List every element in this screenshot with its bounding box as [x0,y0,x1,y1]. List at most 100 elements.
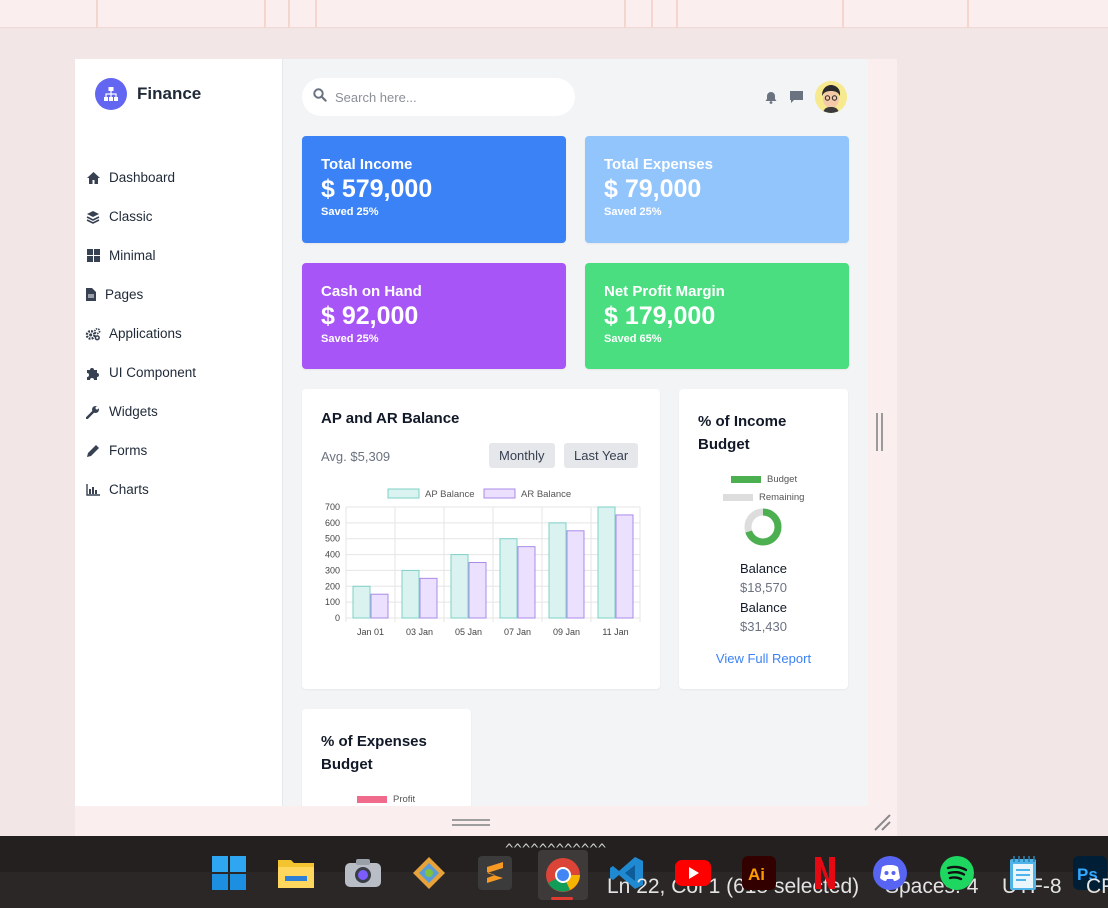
git-app-icon[interactable] [410,854,448,892]
y-tick-label: 500 [325,534,340,544]
balance-block: Balance $18,570 Balance $31,430 View Ful… [679,561,848,666]
chrome-icon[interactable] [538,850,588,900]
search-input[interactable] [335,89,555,105]
last-year-button[interactable]: Last Year [564,443,639,468]
finance-dashboard: Finance Dashboard Classic Minimal Pages … [75,59,897,836]
sublime-text-icon[interactable] [476,854,514,892]
x-tick-label: 03 Jan [406,627,433,637]
balance-label: Balance [740,600,787,615]
legend-swatch [357,796,387,803]
legend-swatch [387,488,420,499]
sidebar-item-widgets[interactable]: Widgets [85,392,196,431]
legend-budget: Budget [731,474,797,485]
stat-card-cash-on-hand[interactable]: Cash on Hand $ 92,000 Saved 25% [302,263,566,369]
bar [450,554,469,619]
stat-card-total-income[interactable]: Total Income $ 579,000 Saved 25% [302,136,566,243]
monthly-button[interactable]: Monthly [489,443,555,468]
windows-start-icon[interactable] [210,854,248,892]
layers-icon [85,209,101,225]
stat-card-label: Cash on Hand [321,283,422,300]
sidebar-item-pages[interactable]: Pages [85,275,196,314]
file-explorer-icon[interactable] [277,854,315,892]
y-tick-label: 700 [325,502,340,512]
income-donut-chart [744,508,782,546]
sitemap-icon [95,78,127,110]
y-tick-label: 600 [325,518,340,528]
discord-icon[interactable] [871,854,909,892]
sidebar-item-dashboard[interactable]: Dashboard [85,158,196,197]
main-content: Total Income $ 579,000 Saved 25% Total E… [283,59,868,829]
sidebar-item-label: Charts [109,482,149,497]
sidebar-item-label: Widgets [109,404,158,419]
panel-title: % of Income Budget [698,413,787,453]
message-icon[interactable] [788,89,804,105]
brand[interactable]: Finance [95,78,201,110]
sidebar-item-label: Forms [109,443,148,458]
illustrator-icon[interactable]: Ai [740,854,778,892]
stat-card-value: $ 179,000 [604,302,716,330]
x-tick-label: 05 Jan [455,627,482,637]
spotify-icon[interactable] [938,854,976,892]
sidebar-item-minimal[interactable]: Minimal [85,236,196,275]
bar [370,593,389,619]
stat-card-value: $ 92,000 [321,302,419,330]
notepad-icon[interactable] [1004,854,1042,892]
sidebar-nav: Dashboard Classic Minimal Pages Applicat… [85,158,196,509]
y-tick-label: 300 [325,565,340,575]
y-tick-label: 200 [325,581,340,591]
avatar[interactable] [815,81,847,113]
home-icon [85,170,101,186]
bar [499,538,518,619]
puzzle-icon [85,365,101,381]
grid-icon [85,248,101,264]
sidebar-item-applications[interactable]: Applications [85,314,196,353]
stat-card-label: Total Expenses [604,156,713,173]
bar [597,506,616,619]
bar [419,577,438,619]
bar [566,530,585,619]
x-tick-label: Jan 01 [357,627,384,637]
view-full-report-link[interactable]: View Full Report [679,651,848,666]
legend-swatch [723,494,753,501]
bell-icon[interactable] [763,89,779,105]
ap-ar-bar-chart: AP Balance AR Balance 0 100 200 300 400 500 600 7… [325,488,641,637]
avg-text: Avg. $5,309 [321,449,391,464]
youtube-icon[interactable] [674,854,712,892]
stat-card-sub: Saved 25% [604,206,662,218]
sidebar-item-classic[interactable]: Classic [85,197,196,236]
stat-card-net-profit-margin[interactable]: Net Profit Margin $ 179,000 Saved 65% [585,263,849,369]
sidebar-item-forms[interactable]: Forms [85,431,196,470]
stat-card-value: $ 79,000 [604,175,702,203]
stat-card-label: Net Profit Margin [604,283,725,300]
resize-corner-icon[interactable] [872,812,892,832]
wrench-icon [85,404,101,420]
legend-label: Remaining [759,492,805,503]
x-tick-label: 07 Jan [504,627,531,637]
svg-text:Ai: Ai [748,865,765,884]
balance-value: $18,570 [740,580,787,595]
legend-label: AP Balance [425,489,474,500]
income-budget-panel: % of Income Budget Budget Remaining Bala… [679,389,848,689]
resize-handle-horizontal[interactable] [452,819,490,827]
balance-value: $31,430 [740,619,787,634]
legend-swatch [483,488,516,499]
panel-title: AP and AR Balance [321,410,460,427]
pencil-icon [85,443,101,459]
sidebar-item-charts[interactable]: Charts [85,470,196,509]
sidebar-item-label: Dashboard [109,170,176,185]
x-tick-label: 11 Jan [602,627,628,637]
camera-icon[interactable] [344,854,382,892]
legend-label: AR Balance [521,489,571,500]
bar [548,522,567,619]
search-bar[interactable] [302,78,575,116]
bar [615,514,634,619]
y-tick-label: 0 [335,613,340,623]
resize-handle-vertical[interactable] [876,413,886,453]
sidebar-item-label: UI Component [109,365,197,380]
chrome-active-indicator [551,897,573,900]
background-window-strip [0,0,1108,28]
stat-card-total-expenses[interactable]: Total Expenses $ 79,000 Saved 25% [585,136,849,243]
sidebar-item-ui-component[interactable]: UI Component [85,353,196,392]
netflix-icon[interactable] [806,854,844,892]
bar [401,569,420,619]
